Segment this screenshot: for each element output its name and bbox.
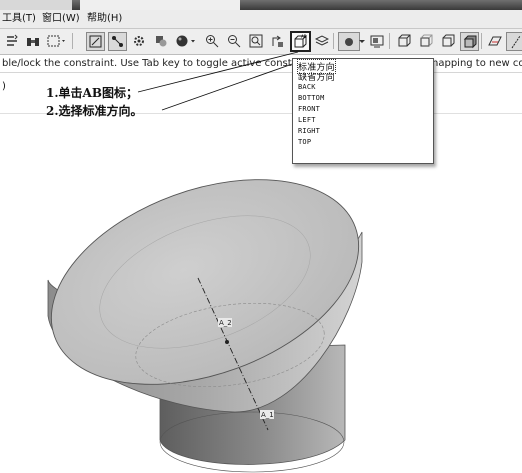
axis-label-a2: A_2 (219, 319, 232, 327)
view-option-bottom[interactable]: BOTTOM (298, 94, 325, 102)
view-option-top[interactable]: TOP (298, 138, 311, 146)
axis-point (225, 340, 229, 344)
callout-step-1: 1.单击AB图标； (46, 86, 138, 100)
axis-label-a1: A_1 (261, 411, 274, 419)
model-view[interactable]: A_2 A_1 (0, 0, 522, 473)
view-option-default[interactable]: 缺省方向 (298, 70, 335, 83)
view-option-front[interactable]: FRONT (298, 105, 320, 113)
callout-step-2: 2.选择标准方向。 (46, 104, 143, 118)
saved-views-dropdown[interactable]: 标准方向 缺省方向 BACK BOTTOM FRONT LEFT RIGHT T… (292, 58, 434, 164)
view-option-back[interactable]: BACK (298, 83, 316, 91)
view-option-left[interactable]: LEFT (298, 116, 316, 124)
view-option-right[interactable]: RIGHT (298, 127, 320, 135)
